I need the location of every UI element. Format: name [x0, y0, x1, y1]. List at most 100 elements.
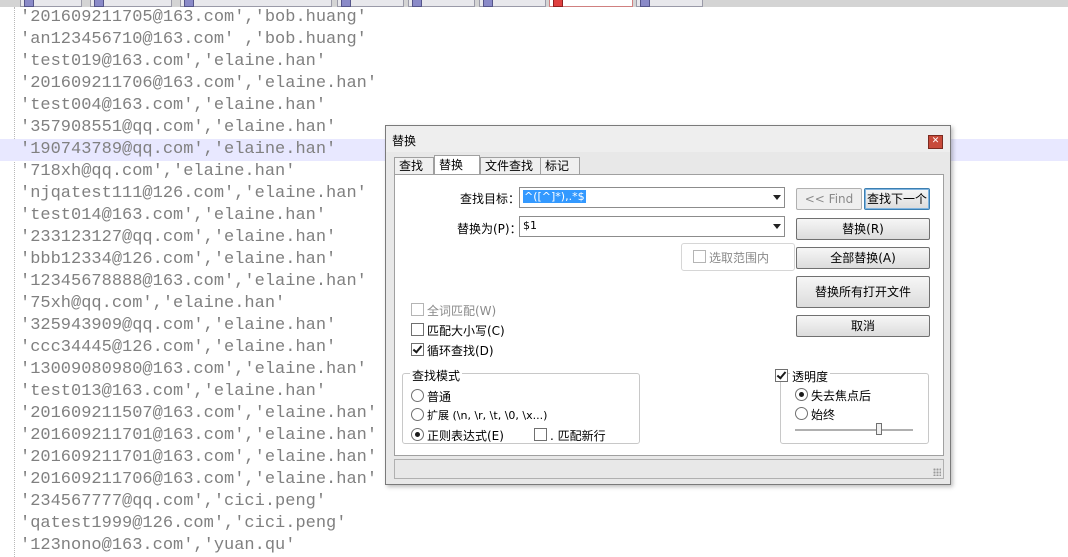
editor-line-text: 'bbb12334@126.com','elaine.han' [20, 250, 337, 269]
file-tab-active[interactable] [549, 0, 633, 7]
editor-line-text: '718xh@qq.com','elaine.han' [20, 162, 296, 181]
editor-line-text: 'njqatest111@126.com','elaine.han' [20, 184, 367, 203]
editor-line-text: '201609211507@163.com','elaine.han' [20, 404, 378, 423]
tab-label: 替换 [439, 158, 464, 172]
file-icon [341, 0, 351, 7]
file-tab[interactable] [337, 0, 404, 7]
file-tab[interactable] [20, 0, 82, 7]
find-prev-button[interactable]: << Find [796, 188, 862, 210]
mode-normal-radio[interactable] [411, 389, 424, 402]
find-label: 查找目标： [460, 192, 521, 206]
wrap-around-checkbox[interactable] [411, 343, 424, 356]
editor-line-text: '201609211701@163.com','elaine.han' [20, 426, 378, 445]
editor-line[interactable]: 'test004@163.com','elaine.han' [0, 95, 1068, 117]
mode-normal-label: 普通 [427, 390, 452, 404]
replace-all-button[interactable]: 全部替换(A) [796, 247, 930, 269]
find-input[interactable]: ^([^]*),.*$ [519, 187, 785, 208]
transparency-title: 透明度 [790, 368, 831, 385]
on-lose-focus-radio[interactable] [795, 388, 808, 401]
editor-line[interactable]: 'an123456710@163.com' ,'bob.huang' [0, 29, 1068, 51]
replace-dialog: 替换 ✕ 查找 替换 文件查找 标记 查找目标： ^([^]*),.*$ 替换为… [385, 125, 951, 485]
file-icon [553, 0, 563, 7]
chevron-down-icon[interactable] [773, 224, 781, 229]
editor-line[interactable]: '123nono@163.com','yuan.qu' [0, 535, 1068, 557]
editor-line-text: 'qatest1999@126.com','cici.peng' [20, 514, 347, 533]
tab-label: 查找 [399, 159, 424, 173]
editor-line-text: '201609211705@163.com','bob.huang' [20, 8, 367, 27]
editor-line-text: '75xh@qq.com','elaine.han' [20, 294, 286, 313]
dot-newline-checkbox[interactable] [534, 428, 547, 441]
replace-panel: 查找目标： ^([^]*),.*$ 替换为(P)： $1 << Find 查找下… [394, 174, 944, 456]
check-icon [412, 343, 423, 354]
tab-replace[interactable]: 替换 [434, 155, 480, 176]
editor-line[interactable]: '234567777@qq.com','cici.peng' [0, 491, 1068, 513]
replace-button[interactable]: 替换(R) [796, 218, 930, 240]
file-icon [184, 0, 194, 7]
file-tab[interactable] [408, 0, 475, 7]
wrap-around-label: 循环查找(D) [427, 344, 494, 358]
editor-line-text: '325943909@qq.com','elaine.han' [20, 316, 337, 335]
tab-label: 文件查找 [485, 159, 534, 173]
editor-line-text: '201609211706@163.com','elaine.han' [20, 74, 378, 93]
file-tab[interactable] [636, 0, 703, 7]
file-tab[interactable] [90, 0, 172, 7]
tab-find-in-files[interactable]: 文件查找 [480, 157, 541, 175]
editor-line-text: '233123127@qq.com','elaine.han' [20, 228, 337, 247]
file-icon [483, 0, 493, 7]
match-case-checkbox[interactable] [411, 323, 424, 336]
dialog-titlebar[interactable]: 替换 ✕ [386, 126, 950, 152]
replace-all-open-docs-button[interactable]: 替换所有打开文件 [796, 276, 930, 308]
transparency-slider[interactable] [795, 429, 913, 432]
radio-dot [799, 392, 804, 397]
mode-extended-label: 扩展 (\n, \r, \t, \0, \x...) [427, 409, 548, 422]
file-icon [94, 0, 104, 7]
mode-regex-label: 正则表达式(E) [427, 429, 504, 443]
dialog-title: 替换 [392, 134, 417, 148]
editor-line-text: '201609211701@163.com','elaine.han' [20, 448, 378, 467]
editor-line-text: '190743789@qq.com','elaine.han' [20, 140, 337, 159]
mode-extended-radio[interactable] [411, 408, 424, 421]
always-label: 始终 [811, 408, 836, 422]
transparency-checkbox[interactable] [775, 369, 788, 382]
match-case-label: 匹配大小写(C) [427, 324, 505, 338]
file-tab[interactable] [479, 0, 546, 7]
editor-line[interactable]: 'test019@163.com','elaine.han' [0, 51, 1068, 73]
dot-newline-label: . 匹配新行 [550, 429, 606, 443]
editor-line-text: '123nono@163.com','yuan.qu' [20, 536, 296, 555]
resize-grip-icon[interactable] [933, 468, 941, 476]
file-icon [24, 0, 34, 7]
tab-mark[interactable]: 标记 [540, 157, 580, 175]
find-input-value: ^([^]*),.*$ [523, 190, 586, 203]
editor-line-text: '12345678888@163.com','elaine.han' [20, 272, 367, 291]
chevron-down-icon[interactable] [773, 195, 781, 200]
mode-regex-radio[interactable] [411, 428, 424, 441]
editor-line-text: 'test019@163.com','elaine.han' [20, 52, 327, 71]
radio-dot [415, 432, 420, 437]
editor-line[interactable]: '201609211706@163.com','elaine.han' [0, 73, 1068, 95]
find-next-button[interactable]: 查找下一个 [864, 188, 930, 210]
tab-label: 标记 [545, 159, 570, 173]
in-selection-checkbox[interactable] [693, 250, 706, 263]
replace-label: 替换为(P)： [457, 222, 522, 236]
replace-input[interactable]: $1 [519, 216, 785, 237]
editor-line-text: '357908551@qq.com','elaine.han' [20, 118, 337, 137]
whole-word-checkbox[interactable] [411, 303, 424, 316]
tab-find[interactable]: 查找 [394, 157, 434, 175]
transparency-slider-thumb[interactable] [875, 423, 882, 435]
cancel-button[interactable]: 取消 [796, 315, 930, 337]
editor-line-text: '234567777@qq.com','cici.peng' [20, 492, 327, 511]
editor-line[interactable]: '201609211705@163.com','bob.huang' [0, 7, 1068, 29]
editor-line-text: '201609211706@163.com','elaine.han' [20, 470, 378, 489]
editor-line-text: 'ccc34445@126.com','elaine.han' [20, 338, 337, 357]
file-icon [412, 0, 422, 7]
search-mode-title: 查找模式 [410, 367, 463, 384]
replace-input-value: $1 [523, 219, 537, 232]
file-tab[interactable] [180, 0, 332, 7]
on-lose-focus-label: 失去焦点后 [811, 389, 872, 403]
editor-line[interactable]: 'qatest1999@126.com','cici.peng' [0, 513, 1068, 535]
file-icon [640, 0, 650, 7]
in-selection-label: 选取范围内 [709, 251, 770, 265]
always-radio[interactable] [795, 407, 808, 420]
close-icon[interactable]: ✕ [928, 135, 943, 149]
editor-line-text: '13009080980@163.com','elaine.han' [20, 360, 367, 379]
